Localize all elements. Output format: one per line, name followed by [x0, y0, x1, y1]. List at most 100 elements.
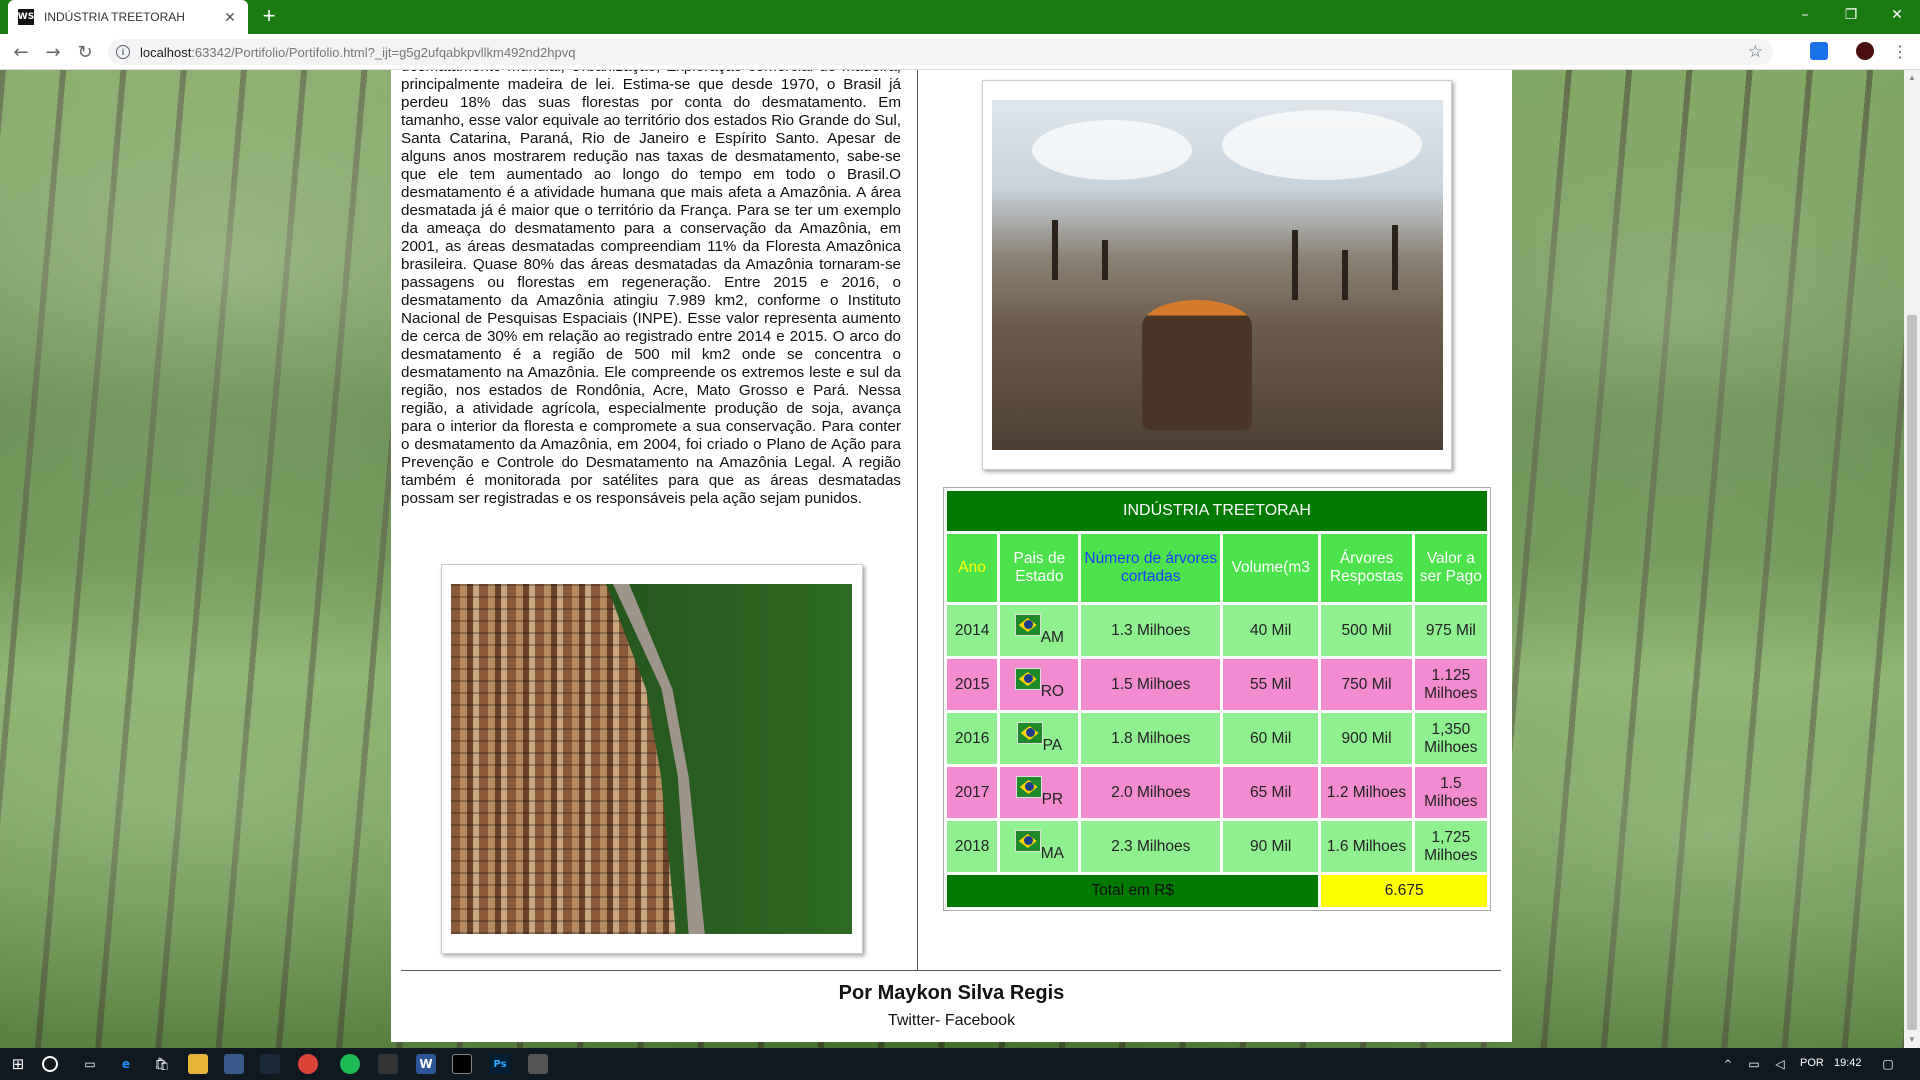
word-icon[interactable]: W	[416, 1054, 436, 1074]
total-value: 6.675	[1321, 875, 1487, 907]
webstorm-icon[interactable]	[378, 1054, 398, 1074]
table-row: 2015 RO 1.5 Milhoes 55 Mil 750 Mil 1.125…	[947, 659, 1487, 710]
forward-button[interactable]: →	[42, 41, 64, 63]
cell-ano: 2017	[947, 767, 998, 818]
chrome-icon[interactable]	[298, 1054, 318, 1074]
cell-estado: PA	[1000, 713, 1079, 764]
restore-window-button[interactable]: ❐	[1828, 0, 1874, 30]
scrollbar-thumb[interactable]	[1907, 315, 1917, 1030]
cell-estado: MA	[1000, 821, 1079, 872]
brazil-flag-icon	[1014, 614, 1041, 636]
cell-arvores: 1.6 Milhoes	[1321, 821, 1412, 872]
page-scrollbar[interactable]: ▲ ▼	[1904, 70, 1920, 1048]
cell-estado: AM	[1000, 605, 1079, 656]
new-tab-button[interactable]: +	[258, 5, 280, 28]
cell-volume: 40 Mil	[1223, 605, 1319, 656]
search-icon[interactable]	[42, 1056, 58, 1072]
tab-title: INDÚSTRIA TREETORAH	[44, 10, 185, 24]
table-row: 2014 AM 1.3 Milhoes 40 Mil 500 Mil 975 M…	[947, 605, 1487, 656]
cell-valor: 1.5 Milhoes	[1414, 767, 1487, 818]
brazil-flag-icon	[1016, 722, 1043, 744]
minimize-window-button[interactable]: –	[1782, 0, 1828, 30]
language-indicator[interactable]: POR	[1800, 1057, 1824, 1069]
cell-volume: 65 Mil	[1223, 767, 1319, 818]
steam-icon[interactable]	[260, 1054, 280, 1074]
cell-volume: 55 Mil	[1223, 659, 1319, 710]
cell-valor: 975 Mil	[1414, 605, 1487, 656]
header-valor: Valor a ser Pago	[1414, 534, 1487, 602]
cell-estado: RO	[1000, 659, 1079, 710]
close-tab-icon[interactable]: ✕	[222, 9, 238, 25]
table-header-row: Ano Pais de Estado Número de árvores cor…	[947, 534, 1487, 602]
footer-divider	[401, 970, 1501, 971]
cell-ano: 2015	[947, 659, 998, 710]
volume-icon[interactable]: ◁	[1770, 1054, 1790, 1074]
cell-arvores: 1.2 Milhoes	[1321, 767, 1412, 818]
back-button[interactable]: ←	[10, 41, 32, 63]
header-volume: Volume(m3	[1223, 534, 1319, 602]
url-text[interactable]: localhost:63342/Portifolio/Portifolio.ht…	[140, 45, 575, 60]
brazil-flag-icon	[1015, 776, 1042, 798]
notifications-icon[interactable]: ▢	[1878, 1054, 1898, 1074]
table-total-row: Total em R$ 6.675	[947, 875, 1487, 907]
timber-logs-image	[451, 584, 852, 934]
table-row: 2018 MA 2.3 Milhoes 90 Mil 1.6 Milhoes 1…	[947, 821, 1487, 872]
clock[interactable]: 19:42	[1834, 1057, 1862, 1069]
tree-stump-photo	[982, 80, 1452, 470]
extension-icon[interactable]	[1810, 42, 1828, 60]
scroll-up-arrow-icon[interactable]: ▲	[1904, 70, 1920, 86]
windows-taskbar: ⊞ ▭ e 🛍 W Ps ^ ▭ ◁ POR 19:42 ▢	[0, 1048, 1920, 1080]
edge-browser-icon[interactable]: e	[116, 1054, 136, 1074]
column-divider	[917, 70, 918, 970]
cell-numero: 2.3 Milhoes	[1081, 821, 1220, 872]
close-window-button[interactable]: ✕	[1874, 0, 1920, 30]
task-view-icon[interactable]: ▭	[80, 1054, 100, 1074]
cell-numero: 1.5 Milhoes	[1081, 659, 1220, 710]
cell-numero: 1.8 Milhoes	[1081, 713, 1220, 764]
spotify-icon[interactable]	[340, 1054, 360, 1074]
header-ano: Ano	[947, 534, 998, 602]
social-links[interactable]: Twitter- Facebook	[391, 1012, 1512, 1030]
scroll-down-arrow-icon[interactable]: ▼	[1904, 1032, 1920, 1048]
brazil-flag-icon	[1014, 668, 1041, 690]
header-pais: Pais de Estado	[1000, 534, 1079, 602]
page-container: desmatamento mundial, Urbanização, Explo…	[391, 70, 1512, 1042]
browser-tab[interactable]: WS INDÚSTRIA TREETORAH ✕	[8, 0, 248, 34]
webstorm-active-icon[interactable]	[452, 1054, 472, 1074]
cell-numero: 2.0 Milhoes	[1081, 767, 1220, 818]
tree-stump-image	[992, 100, 1443, 450]
table-title: INDÚSTRIA TREETORAH	[947, 491, 1487, 531]
cell-volume: 90 Mil	[1223, 821, 1319, 872]
app-icon[interactable]	[528, 1054, 548, 1074]
browser-menu-icon[interactable]: ⋮	[1892, 42, 1908, 61]
browser-tab-strip: WS INDÚSTRIA TREETORAH ✕ + – ❐ ✕	[0, 0, 1920, 34]
app-icon[interactable]	[224, 1054, 244, 1074]
cell-arvores: 500 Mil	[1321, 605, 1412, 656]
address-bar[interactable]: i localhost:63342/Portifolio/Portifolio.…	[108, 39, 1773, 65]
bookmark-star-icon[interactable]: ☆	[1748, 42, 1763, 62]
profile-avatar-icon[interactable]	[1856, 42, 1874, 60]
windows-start-icon[interactable]: ⊞	[8, 1054, 28, 1074]
reload-button[interactable]: ↻	[74, 41, 96, 63]
site-info-icon[interactable]: i	[116, 45, 130, 59]
cell-numero: 1.3 Milhoes	[1081, 605, 1220, 656]
cell-valor: 1,350 Milhoes	[1414, 713, 1487, 764]
cell-arvores: 750 Mil	[1321, 659, 1412, 710]
deforestation-table: INDÚSTRIA TREETORAH Ano Pais de Estado N…	[943, 487, 1491, 911]
network-icon[interactable]: ▭	[1744, 1054, 1764, 1074]
article-text: desmatamento mundial, Urbanização, Explo…	[401, 70, 901, 507]
header-arvores: Árvores Respostas	[1321, 534, 1412, 602]
photoshop-icon[interactable]: Ps	[490, 1054, 510, 1074]
favicon-icon: WS	[18, 9, 34, 25]
header-numero: Número de árvores cortadas	[1081, 534, 1220, 602]
table-row: 2016 PA 1.8 Milhoes 60 Mil 900 Mil 1,350…	[947, 713, 1487, 764]
total-label: Total em R$	[947, 875, 1319, 907]
show-hidden-icons-icon[interactable]: ^	[1718, 1054, 1738, 1074]
store-icon[interactable]: 🛍	[152, 1054, 172, 1074]
cell-valor: 1,725 Milhoes	[1414, 821, 1487, 872]
file-explorer-icon[interactable]	[188, 1054, 208, 1074]
timber-logs-photo	[441, 564, 863, 954]
cell-estado: PR	[1000, 767, 1079, 818]
cell-ano: 2016	[947, 713, 998, 764]
cell-valor: 1.125 Milhoes	[1414, 659, 1487, 710]
